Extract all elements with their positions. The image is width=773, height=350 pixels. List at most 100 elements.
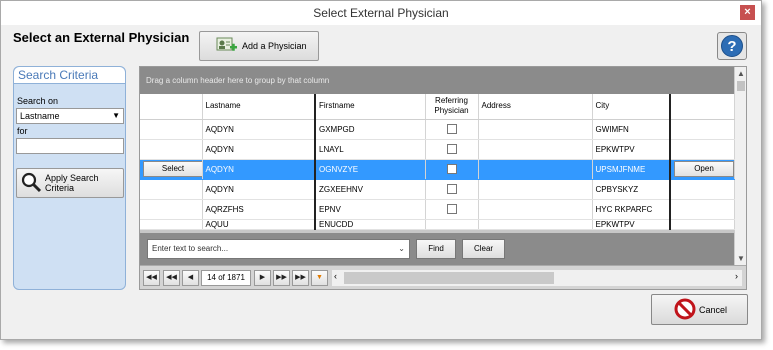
address-cell (478, 199, 593, 220)
firstname-cell: ZGXEEHNV (315, 179, 426, 200)
search-on-select[interactable]: Lastname ▼ (16, 108, 124, 124)
scroll-thumb[interactable] (737, 81, 745, 91)
column-header-action (140, 94, 203, 120)
search-criteria-panel: Search Criteria Search on Lastname ▼ for… (13, 66, 126, 290)
apply-search-criteria-button[interactable]: Apply Search Criteria (16, 168, 124, 198)
column-header-address[interactable]: Address (478, 94, 593, 120)
search-on-value: Lastname (20, 111, 60, 121)
address-cell (478, 179, 593, 200)
pager: ◀◀ ◀◀ ◀ 14 of 1871 ▶ ▶▶ ▶▶ ▼ ‹ › (140, 265, 746, 289)
referring-cell (425, 199, 479, 220)
physician-grid: Drag a column header here to group by th… (139, 66, 747, 290)
window-title: Select External Physician (313, 6, 449, 20)
referring-checkbox[interactable] (446, 204, 457, 214)
help-icon: ? (721, 35, 743, 57)
referring-cell (425, 139, 479, 160)
city-cell: EPKWTPV (592, 139, 671, 160)
address-cell (478, 159, 593, 180)
referring-cell (425, 219, 479, 230)
table-row[interactable]: AQDYN LNAYL EPKWTPV (140, 139, 735, 160)
for-input[interactable] (16, 138, 124, 154)
search-on-label: Search on (17, 96, 59, 106)
first-page-icon[interactable]: ◀◀ (143, 270, 160, 286)
scroll-left-icon[interactable]: ‹ (334, 271, 337, 281)
action-cell (140, 119, 203, 140)
firstname-cell: OGNVZYE (315, 159, 426, 180)
cancel-label: Cancel (699, 304, 728, 315)
table-header-row: Lastname Firstname Referring Physician A… (140, 94, 735, 120)
next-page-icon[interactable]: ▶ (254, 270, 271, 286)
grid-search-input[interactable]: Enter text to search... ⌄ (147, 239, 410, 259)
previous-page-group-icon[interactable]: ◀◀ (163, 270, 180, 286)
add-physician-button[interactable]: Add a Physician (199, 31, 319, 61)
last-page-icon[interactable]: ▶▶ (292, 270, 309, 286)
group-by-panel[interactable]: Drag a column header here to group by th… (140, 67, 734, 94)
open-cell (670, 179, 735, 200)
lastname-cell: AQDYN (202, 179, 316, 200)
open-cell: Open (670, 159, 735, 180)
vertical-scrollbar[interactable]: ▲ ▼ (734, 67, 746, 265)
clear-button[interactable]: Clear (462, 239, 505, 259)
address-cell (478, 119, 593, 140)
open-button[interactable]: Open (674, 161, 733, 177)
search-criteria-title: Search Criteria (14, 67, 125, 84)
referring-checkbox[interactable] (446, 144, 457, 154)
action-cell (140, 199, 203, 220)
previous-page-icon[interactable]: ◀ (182, 270, 199, 286)
close-button[interactable]: × (740, 5, 755, 20)
scroll-down-icon[interactable]: ▼ (737, 254, 745, 263)
lastname-cell: AQDYN (202, 159, 316, 180)
table-row[interactable]: AQUU ENUCDD EPKWTPV (140, 219, 735, 230)
chevron-down-icon[interactable]: ⌄ (398, 240, 405, 258)
firstname-cell: ENUCDD (315, 219, 426, 230)
referring-checkbox[interactable] (446, 124, 457, 134)
city-cell: CPBYSKYZ (592, 179, 671, 200)
referring-cell (425, 119, 479, 140)
open-cell (670, 119, 735, 140)
cancel-icon (674, 298, 696, 322)
city-cell: UPSMJFNME (592, 159, 671, 180)
table-row-selected[interactable]: Select AQDYN OGNVZYE UPSMJFNME Open (140, 159, 735, 180)
action-cell (140, 139, 203, 160)
column-header-city[interactable]: City (592, 94, 671, 120)
city-cell: GWIMFN (592, 119, 671, 140)
referring-cell (425, 179, 479, 200)
firstname-cell: GXMPGD (315, 119, 426, 140)
column-header-referring[interactable]: Referring Physician (425, 94, 479, 120)
horizontal-scrollbar[interactable]: ‹ › (332, 270, 742, 286)
column-header-lastname[interactable]: Lastname (202, 94, 316, 120)
find-button[interactable]: Find (416, 239, 456, 259)
lastname-cell: AQUU (202, 219, 316, 230)
table-row[interactable]: AQDYN GXMPGD GWIMFN (140, 119, 735, 140)
help-button[interactable]: ? (717, 32, 747, 60)
scroll-up-icon[interactable]: ▲ (737, 69, 745, 78)
action-cell: Select (140, 159, 203, 180)
physician-table: Lastname Firstname Referring Physician A… (140, 94, 735, 230)
page-info: 14 of 1871 (201, 270, 251, 286)
action-cell (140, 219, 203, 230)
cancel-button[interactable]: Cancel (651, 294, 748, 325)
next-page-group-icon[interactable]: ▶▶ (273, 270, 290, 286)
column-header-firstname[interactable]: Firstname (315, 94, 426, 120)
add-physician-label: Add a Physician (242, 41, 307, 51)
horizontal-scroll-thumb[interactable] (344, 272, 554, 284)
select-button[interactable]: Select (143, 161, 201, 177)
firstname-cell: LNAYL (315, 139, 426, 160)
apply-label: Apply Search Criteria (45, 173, 99, 193)
chevron-down-icon: ▼ (112, 111, 120, 120)
referring-checkbox[interactable] (446, 164, 457, 174)
add-person-icon (216, 35, 238, 57)
referring-checkbox[interactable] (446, 184, 457, 194)
for-label: for (17, 126, 28, 136)
table-row[interactable]: AQRZFHS EPNV HYC RKPARFC (140, 199, 735, 220)
scroll-right-icon[interactable]: › (735, 271, 738, 281)
city-cell: HYC RKPARFC (592, 199, 671, 220)
filter-icon[interactable]: ▼ (311, 270, 328, 286)
grid-search-placeholder: Enter text to search... (152, 244, 229, 253)
column-header-open (670, 94, 735, 120)
firstname-cell: EPNV (315, 199, 426, 220)
title-bar: Select External Physician × (1, 1, 761, 25)
dialog-window: Select External Physician × Select an Ex… (0, 0, 762, 340)
page-title: Select an External Physician (13, 30, 190, 45)
table-row[interactable]: AQDYN ZGXEEHNV CPBYSKYZ (140, 179, 735, 200)
